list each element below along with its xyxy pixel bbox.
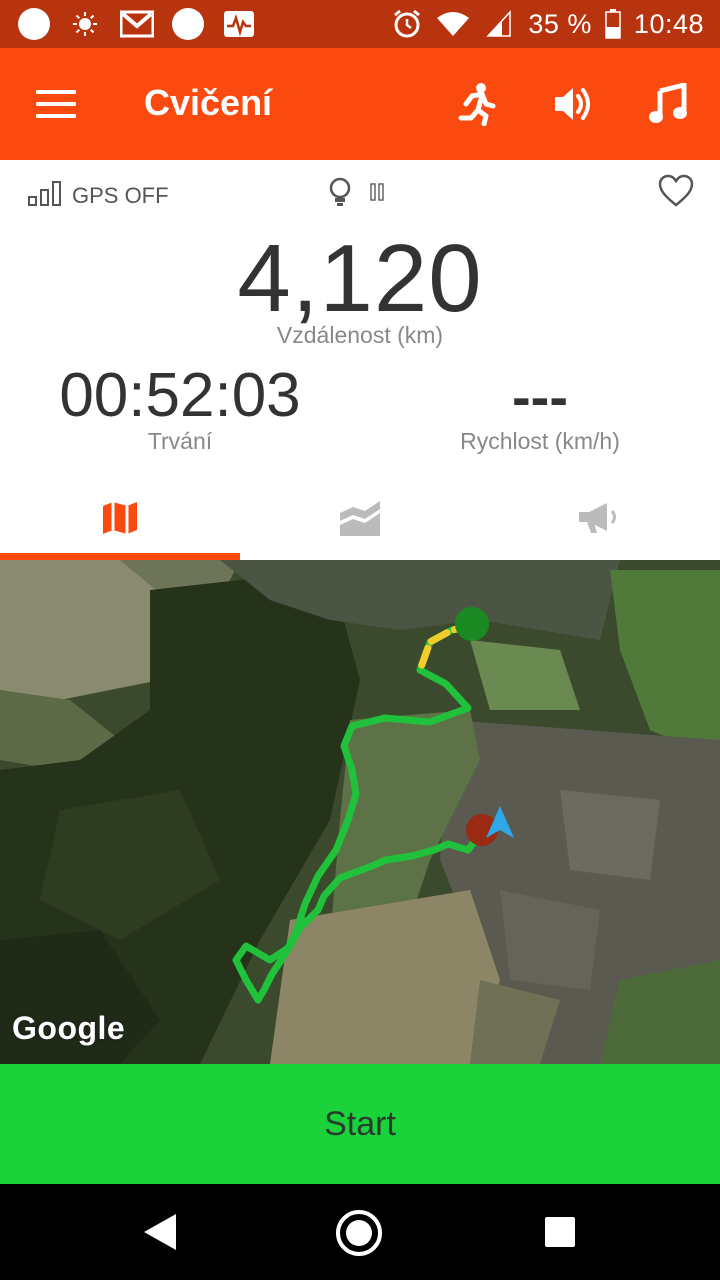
notification-icons	[18, 8, 256, 40]
lightbulb-icon[interactable]	[328, 176, 352, 213]
navigation-bar	[0, 1184, 720, 1280]
map-view[interactable]: Google	[0, 560, 720, 1064]
satellite-map	[0, 560, 720, 1064]
start-marker	[455, 607, 489, 641]
chart-icon	[339, 499, 381, 542]
google-logo: Google	[12, 1010, 126, 1046]
activity-icon	[222, 8, 256, 40]
system-icons: 35 % 10:48	[390, 8, 704, 40]
notification-dot-icon	[172, 8, 204, 40]
distance-label: Vzdálenost (km)	[276, 322, 444, 348]
view-tabs	[0, 480, 720, 560]
workout-stats: GPS OFF 4,120 Vzdálenost (km) 00:52:03 T…	[0, 160, 720, 560]
clock: 10:48	[633, 8, 704, 39]
menu-icon[interactable]	[36, 86, 76, 122]
back-icon[interactable]	[140, 1212, 178, 1257]
volume-icon[interactable]	[544, 76, 600, 132]
music-icon[interactable]	[640, 76, 696, 132]
start-button[interactable]: Start	[0, 1064, 720, 1184]
pause-icon[interactable]	[370, 182, 384, 207]
alarm-icon	[390, 8, 424, 40]
app-bar: Cvičení	[0, 48, 720, 160]
battery-icon	[604, 8, 622, 40]
status-bar: 35 % 10:48	[0, 0, 720, 48]
megaphone-icon	[577, 501, 623, 540]
app-bar-actions	[448, 76, 696, 132]
distance-value: 4,120	[237, 225, 483, 332]
speed-label: Rychlost (km/h)	[460, 428, 620, 454]
notification-dot-icon	[18, 8, 50, 40]
tab-chart[interactable]	[240, 480, 480, 560]
heart-icon[interactable]	[658, 174, 694, 210]
duration-label: Trvání	[147, 428, 213, 454]
tab-map[interactable]	[0, 480, 240, 560]
gps-status: GPS OFF	[28, 180, 169, 212]
stats-center-icons	[328, 176, 384, 213]
tab-coach[interactable]	[480, 480, 720, 560]
gmail-icon	[120, 8, 154, 40]
speed-value: ---	[512, 365, 568, 428]
run-icon[interactable]	[448, 76, 504, 132]
map-icon	[101, 500, 139, 541]
gps-status-text: GPS OFF	[72, 183, 169, 208]
battery-percent: 35 %	[528, 8, 592, 39]
page-title: Cvičení	[144, 82, 273, 123]
home-icon[interactable]	[336, 1210, 382, 1256]
duration-value: 00:52:03	[59, 361, 301, 430]
signal-bars-icon	[28, 180, 64, 212]
recents-icon[interactable]	[545, 1217, 575, 1247]
signal-icon	[482, 8, 516, 40]
brightness-icon	[68, 8, 102, 40]
wifi-icon	[436, 8, 470, 40]
